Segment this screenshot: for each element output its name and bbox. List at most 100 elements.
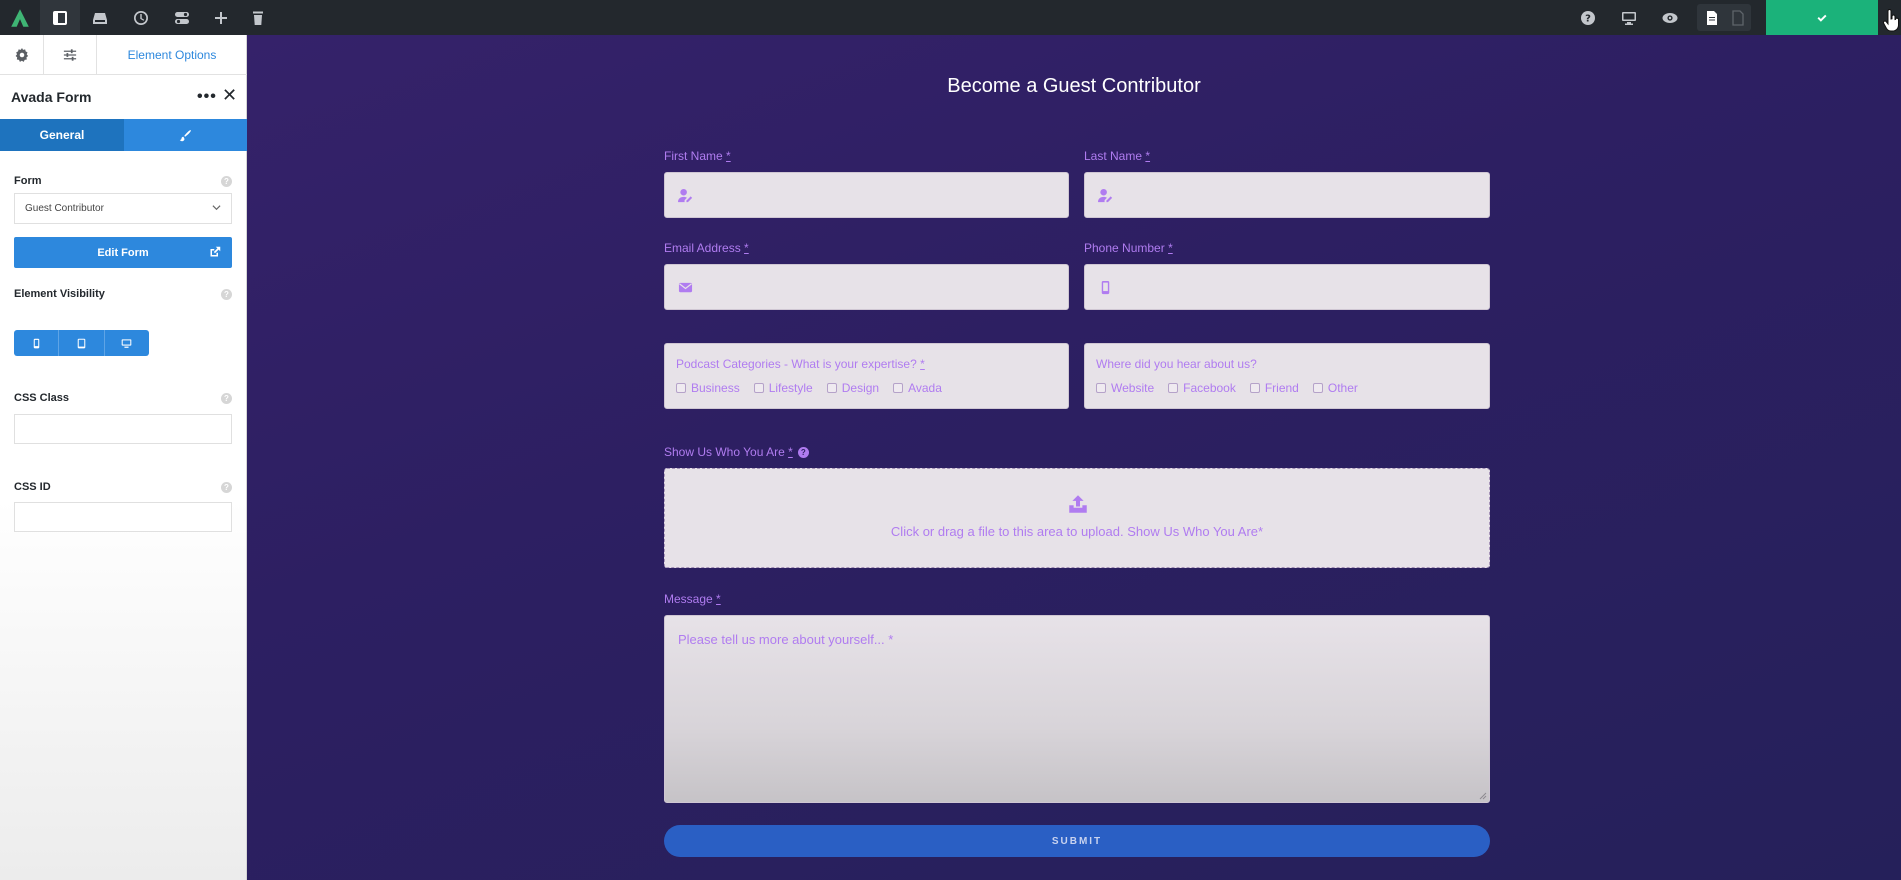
checkbox-design[interactable]: Design — [826, 381, 879, 395]
library-icon[interactable] — [80, 0, 120, 35]
checkbox-website[interactable]: Website — [1096, 381, 1154, 395]
sidebar-tabs: Element Options — [0, 35, 247, 75]
gear-icon — [15, 48, 28, 62]
subtab-design[interactable] — [124, 119, 247, 151]
upload-icon — [1069, 495, 1087, 513]
more-options-icon[interactable]: ••• — [197, 88, 217, 106]
close-icon[interactable]: ✕ — [222, 85, 237, 106]
checkbox-friend[interactable]: Friend — [1249, 381, 1299, 395]
page-outline-icon[interactable] — [1718, 0, 1758, 35]
required-mark: * — [788, 445, 793, 459]
first-name-label: First Name * — [664, 149, 731, 163]
upload-help-icon[interactable]: ? — [797, 447, 809, 458]
history-icon[interactable] — [121, 0, 161, 35]
sidebar-toggle-icon[interactable] — [40, 0, 80, 35]
resize-grip-icon[interactable] — [1479, 792, 1487, 800]
source-label: Where did you hear about us? — [1096, 357, 1257, 371]
form-help-icon[interactable]: ? — [221, 176, 232, 187]
toggles-icon[interactable] — [162, 0, 202, 35]
phone-label: Phone Number * — [1084, 241, 1173, 255]
last-name-label: Last Name * — [1084, 149, 1151, 163]
check-icon — [1817, 14, 1827, 22]
form-select[interactable]: Guest Contributor — [14, 193, 232, 224]
user-edit-icon — [678, 188, 693, 203]
form-title: Become a Guest Contributor — [947, 75, 1201, 97]
categories-options: Business Lifestyle Design Avada — [676, 381, 942, 395]
mobile-icon — [1101, 280, 1110, 295]
css-class-input[interactable] — [14, 414, 232, 444]
first-name-input[interactable] — [664, 172, 1069, 218]
phone-input[interactable] — [1084, 264, 1490, 310]
element-title: Avada Form — [11, 89, 92, 105]
submit-button[interactable]: SUBMIT — [664, 825, 1490, 857]
desktop-icon[interactable] — [1609, 0, 1649, 35]
add-icon[interactable] — [201, 0, 241, 35]
brush-icon — [179, 129, 191, 141]
categories-label: Podcast Categories - What is your expert… — [676, 357, 925, 371]
email-input[interactable] — [664, 264, 1069, 310]
checkbox-square[interactable] — [676, 383, 686, 393]
sidebar-header: Avada Form ••• ✕ — [0, 75, 247, 119]
preview-icon[interactable] — [1650, 0, 1690, 35]
last-name-input[interactable] — [1084, 172, 1490, 218]
edit-form-label: Edit Form — [97, 246, 149, 259]
checkbox-business[interactable]: Business — [676, 381, 740, 395]
desktop-icon — [122, 338, 132, 348]
tab-sliders[interactable] — [44, 35, 96, 75]
save-button[interactable] — [1766, 0, 1878, 35]
top-toolbar: ? — [0, 0, 1901, 35]
source-options: Website Facebook Friend Other — [1096, 381, 1358, 395]
categories-checkbox-group: Podcast Categories - What is your expert… — [664, 343, 1069, 409]
checkbox-square[interactable] — [826, 383, 837, 393]
user-edit-icon — [1098, 188, 1113, 203]
form-select-value: Guest Contributor — [25, 203, 104, 214]
required-mark: * — [920, 357, 925, 371]
upload-instructions: Click or drag a file to this area to upl… — [890, 524, 1264, 539]
checkbox-square[interactable] — [753, 383, 764, 393]
checkbox-square[interactable] — [893, 383, 904, 393]
chevron-down-icon — [212, 205, 221, 211]
visibility-desktop-button[interactable] — [105, 330, 149, 356]
required-mark: * — [744, 241, 749, 255]
hand-cursor-icon — [1882, 9, 1899, 32]
element-options-sidebar: Element Options Avada Form ••• ✕ General… — [0, 35, 247, 880]
subtab-general[interactable]: General — [0, 119, 124, 151]
checkbox-other[interactable]: Other — [1312, 381, 1358, 395]
css-id-label: CSS ID — [14, 481, 51, 493]
required-mark: * — [716, 592, 721, 606]
file-upload-dropzone[interactable]: Click or drag a file to this area to upl… — [664, 468, 1490, 568]
required-mark: * — [1168, 241, 1173, 255]
checkbox-avada[interactable]: Avada — [893, 381, 942, 395]
checkbox-square[interactable] — [1168, 383, 1179, 393]
edit-form-button[interactable]: Edit Form — [14, 237, 232, 268]
envelope-icon — [678, 282, 693, 293]
help-icon[interactable]: ? — [1568, 0, 1608, 35]
sliders-icon — [63, 49, 77, 61]
checkbox-square[interactable] — [1249, 383, 1260, 393]
visibility-tablet-button[interactable] — [59, 330, 105, 356]
email-label: Email Address * — [664, 241, 749, 255]
css-id-help-icon[interactable]: ? — [221, 482, 232, 493]
form-label: Form — [14, 175, 42, 187]
checkbox-square[interactable] — [1312, 383, 1323, 393]
checkbox-facebook[interactable]: Facebook — [1168, 381, 1236, 395]
visibility-help-icon[interactable]: ? — [221, 289, 232, 300]
css-class-label: CSS Class — [14, 392, 70, 404]
mobile-icon — [33, 338, 39, 348]
source-checkbox-group: Where did you hear about us? Website Fac… — [1084, 343, 1490, 409]
checkbox-square[interactable] — [1096, 383, 1106, 393]
tab-settings[interactable] — [0, 35, 44, 75]
message-textarea[interactable]: Please tell us more about yourself... * — [664, 615, 1490, 803]
checkbox-lifestyle[interactable]: Lifestyle — [753, 381, 813, 395]
element-visibility-label: Element Visibility — [14, 288, 105, 300]
tab-element-options[interactable]: Element Options — [96, 35, 247, 75]
message-label: Message * — [664, 592, 721, 606]
required-mark: * — [1145, 149, 1151, 163]
form-preview-canvas: Become a Guest Contributor First Name * … — [247, 35, 1901, 880]
tablet-icon — [77, 338, 86, 348]
visibility-mobile-button[interactable] — [14, 330, 60, 356]
avada-logo-icon[interactable] — [0, 0, 40, 35]
css-class-help-icon[interactable]: ? — [221, 393, 232, 404]
css-id-input[interactable] — [14, 502, 232, 532]
trash-icon[interactable] — [238, 0, 278, 35]
